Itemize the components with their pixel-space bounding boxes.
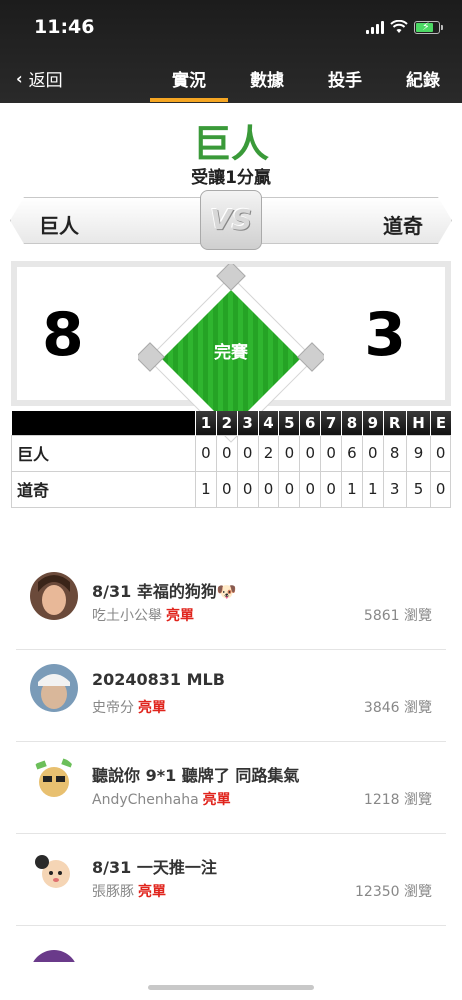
header-inning: 3: [236, 411, 259, 435]
chevron-left-icon: ‹: [16, 69, 23, 88]
header-inning: 7: [320, 411, 342, 435]
post-tag: 亮單: [166, 608, 194, 624]
tab-stats[interactable]: 數據: [228, 66, 306, 91]
view-count: 12350 瀏覽: [355, 884, 432, 900]
tab-records[interactable]: 紀錄: [384, 66, 462, 91]
away-team-name: 巨人: [39, 214, 79, 238]
header-inning: 2: [215, 411, 238, 435]
view-count: 5861 瀏覽: [363, 608, 432, 624]
cell: 1: [341, 470, 363, 508]
cell: 8: [382, 434, 407, 472]
user-avatar: [30, 664, 78, 712]
cell: 0: [257, 470, 280, 508]
battery-icon: ⚡: [414, 20, 443, 34]
header-inning: 1: [195, 411, 217, 435]
cell: 1: [195, 470, 217, 508]
cell: 0: [215, 470, 238, 508]
row-team: 道奇: [11, 470, 196, 508]
home-team-banner: 道奇: [250, 197, 452, 244]
header-inning: 5: [278, 411, 300, 435]
post-tag: 亮單: [202, 792, 231, 808]
post-item[interactable]: 8/31 幸福的狗狗🐶 吃土小公舉 亮單 5861 瀏覽: [16, 558, 446, 650]
cell: 2: [257, 434, 280, 472]
cell: 0: [278, 434, 301, 472]
tab-live[interactable]: 實況: [150, 66, 228, 91]
post-tag: 亮單: [138, 884, 166, 900]
winner-team: 巨人: [192, 122, 269, 166]
post-author: 史帝分 亮單: [92, 697, 166, 717]
cell: 0: [236, 434, 259, 472]
row-team: 巨人: [11, 434, 196, 472]
cell: 1: [361, 470, 384, 508]
home-team-name: 道奇: [383, 214, 423, 238]
post-item-partial[interactable]: [30, 950, 450, 962]
cell: 0: [299, 434, 322, 472]
linescore-header-row: 1 2 3 4 5 6 7 8 9 R H E: [11, 411, 451, 435]
header-inning: 8: [341, 411, 363, 435]
back-label: 返回: [28, 71, 63, 91]
cell: 0: [195, 434, 217, 472]
cell: 5: [405, 470, 432, 508]
vs-badge: VS: [200, 190, 262, 250]
user-avatar: [30, 848, 78, 896]
wifi-icon: [390, 20, 408, 33]
post-title: 20240831 MLB: [92, 670, 225, 689]
post-title: 8/31 幸福的狗狗🐶: [92, 582, 237, 601]
user-avatar: [30, 756, 78, 804]
post-author: 張豚豚 亮單: [92, 881, 166, 901]
post-author: 吃土小公舉 亮單: [92, 605, 194, 625]
header-team: [11, 411, 196, 435]
cell: 0: [361, 434, 384, 472]
cell: 0: [320, 434, 343, 472]
author-name: 史帝分: [92, 700, 134, 716]
cell: 6: [341, 434, 363, 472]
game-status: 完賽: [214, 343, 248, 363]
post-item[interactable]: 20240831 MLB 史帝分 亮單 3846 瀏覽: [16, 650, 446, 742]
cell: 9: [405, 434, 432, 472]
cell: 0: [215, 434, 238, 472]
app-header: 11:46 ⚡ ‹ 返回 實況 數據 投手 紀錄: [0, 0, 462, 103]
cell: 0: [236, 470, 259, 508]
status-time: 11:46: [34, 16, 95, 38]
post-title: 8/31 一天推一注: [92, 858, 217, 877]
view-count: 3846 瀏覽: [363, 700, 432, 716]
post-item[interactable]: 8/31 一天推一注 張豚豚 亮單 12350 瀏覽: [16, 834, 446, 926]
result-subtitle: 受讓1分贏: [191, 168, 271, 188]
post-author: AndyChenhaha 亮單: [92, 789, 231, 809]
header-errors: E: [430, 411, 451, 435]
cell: 0: [320, 470, 343, 508]
linescore-row-home: 道奇 1 0 0 0 0 0 0 1 1 3 5 0: [11, 470, 451, 508]
status-icons: ⚡: [366, 20, 443, 34]
author-name: 吃土小公舉: [92, 608, 162, 624]
tab-bar: 實況 數據 投手 紀錄: [150, 66, 462, 91]
post-item[interactable]: 聽說你 9*1 聽牌了 同路集氣 AndyChenhaha 亮單 1218 瀏覽: [16, 742, 446, 834]
linescore-table: 1 2 3 4 5 6 7 8 9 R H E 巨人 0 0 0 2 0 0 0…: [11, 411, 451, 508]
tab-pitchers[interactable]: 投手: [306, 66, 384, 91]
header-inning: 6: [299, 411, 321, 435]
post-tag: 亮單: [138, 700, 166, 716]
cell: 0: [430, 434, 451, 472]
author-name: 張豚豚: [92, 884, 134, 900]
post-title: 聽說你 9*1 聽牌了 同路集氣: [92, 766, 300, 785]
signal-icon: [366, 20, 384, 34]
user-avatar: [30, 950, 78, 962]
cell: 0: [430, 470, 451, 508]
cell: 0: [299, 470, 322, 508]
away-score: 8: [42, 300, 84, 370]
cell: 0: [278, 470, 301, 508]
author-name: AndyChenhaha: [92, 792, 199, 808]
back-button[interactable]: ‹ 返回: [16, 66, 63, 91]
header-inning: 9: [361, 411, 384, 435]
away-team-banner: 巨人: [10, 197, 212, 244]
header-hits: H: [405, 411, 431, 435]
cell: 3: [382, 470, 407, 508]
view-count: 1218 瀏覽: [363, 792, 432, 808]
active-tab-indicator: [150, 98, 228, 102]
header-runs: R: [382, 411, 407, 435]
home-score: 3: [364, 300, 406, 370]
home-indicator[interactable]: [148, 985, 314, 990]
user-avatar: [30, 572, 78, 620]
header-inning: 4: [257, 411, 279, 435]
linescore-row-away: 巨人 0 0 0 2 0 0 0 6 0 8 9 0: [11, 434, 451, 472]
